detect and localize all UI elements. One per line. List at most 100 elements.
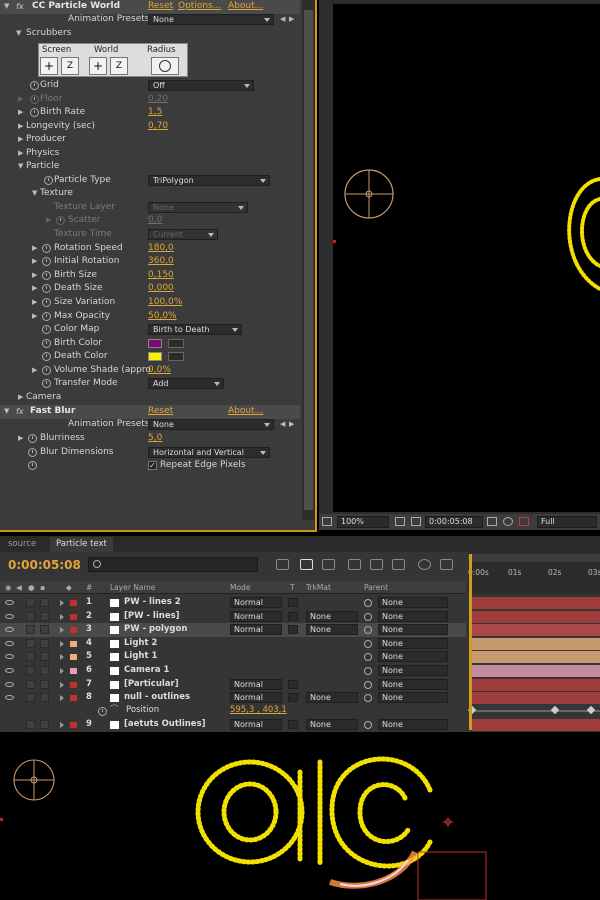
comp-viewport[interactable] (333, 4, 600, 512)
layer-row-2[interactable]: 2 [PW - lines] Normal None None (0, 610, 466, 624)
layer-name[interactable]: Light 1 (124, 650, 157, 664)
prop-texture-layer[interactable]: Texture Layer None (0, 201, 300, 215)
layer-duration-bar[interactable] (472, 610, 600, 623)
blurriness-value[interactable]: 5,0 (148, 432, 162, 446)
stopwatch-icon[interactable] (42, 312, 51, 321)
trkmat-dropdown[interactable]: None (306, 610, 358, 622)
snapshot-icon[interactable] (322, 517, 332, 526)
group-camera[interactable]: ▶ Camera (0, 391, 300, 405)
size-variation-value[interactable]: 100,0% (148, 296, 182, 310)
prop-death-size[interactable]: ▶ Death Size 0,000 (0, 282, 300, 296)
scrubbers-group[interactable]: ▼ Scrubbers (0, 27, 300, 41)
time-ruler[interactable]: 0:00s 01s 02s 03s (468, 552, 600, 594)
group-producer[interactable]: ▶ Producer (0, 133, 300, 147)
layer-row-8[interactable]: 8 null - outlines Normal None None (0, 691, 466, 705)
initial-rotation-value[interactable]: 360,0 (148, 255, 174, 269)
collapse-triangle-icon[interactable]: ▼ (18, 160, 23, 174)
stopwatch-icon[interactable] (42, 379, 51, 388)
visibility-eye-icon[interactable] (5, 613, 14, 619)
repeat-edge-checkbox[interactable]: ✓ (148, 461, 157, 470)
selection-box[interactable] (417, 851, 487, 900)
stopwatch-icon[interactable] (42, 298, 51, 307)
prop-transfer-mode[interactable]: Transfer Mode Add (0, 377, 300, 391)
death-color-swatch[interactable] (148, 352, 162, 361)
solo-switch[interactable] (26, 611, 35, 621)
brainstorm-icon[interactable] (418, 559, 431, 570)
label-color[interactable] (70, 681, 77, 688)
layer-name[interactable]: Light 2 (124, 637, 157, 651)
layer-row-6[interactable]: 6 Camera 1 None (0, 664, 466, 678)
blur-dimensions-dropdown[interactable]: Horizontal and Vertical (148, 447, 270, 458)
label-column-icon[interactable]: ◆ (66, 581, 72, 594)
pickwhip-icon[interactable] (364, 599, 372, 607)
pickwhip-icon[interactable] (364, 653, 372, 662)
stopwatch-icon[interactable] (28, 461, 37, 470)
birth-rate-value[interactable]: 1,5 (148, 106, 162, 120)
expand-triangle-icon[interactable]: ▶ (18, 147, 23, 161)
expand-triangle-icon[interactable] (60, 695, 64, 702)
viewer-timecode[interactable]: 0:00:05:08 (425, 516, 483, 528)
channels-icon[interactable] (519, 517, 529, 526)
group-physics[interactable]: ▶ Physics (0, 147, 300, 161)
expand-triangle-icon[interactable]: ▶ (32, 255, 37, 269)
birth-color-swatch[interactable] (148, 339, 162, 348)
lock-switch[interactable] (40, 679, 49, 689)
label-color[interactable] (70, 722, 77, 728)
expand-triangle-icon[interactable]: ▶ (18, 133, 23, 147)
world-xy-scrubber[interactable]: + (89, 57, 107, 75)
comp-mini-flowchart-icon[interactable] (276, 559, 289, 570)
solo-switch[interactable] (26, 693, 35, 703)
layer-row-9[interactable]: 9 [aetuts Outlines] Normal None None (0, 718, 466, 732)
animation-presets-dropdown[interactable]: None (148, 14, 274, 25)
prop-blur-dimensions[interactable]: Blur Dimensions Horizontal and Vertical (0, 446, 300, 460)
col-trkmat[interactable]: TrkMat (306, 581, 331, 594)
stopwatch-icon[interactable] (56, 216, 65, 225)
expand-triangle-icon[interactable] (60, 668, 64, 674)
expand-triangle-icon[interactable]: ▶ (18, 106, 23, 120)
texture-time-dropdown[interactable]: Current (148, 229, 218, 240)
expand-triangle-icon[interactable] (60, 722, 64, 728)
trkmat-dropdown[interactable]: None (306, 719, 358, 730)
work-area-bar[interactable] (468, 554, 600, 562)
reset-button[interactable]: Reset (148, 405, 173, 419)
screen-z-scrubber[interactable]: Z (61, 57, 79, 75)
expand-triangle-icon[interactable]: ▶ (32, 282, 37, 296)
label-color[interactable] (70, 654, 77, 661)
visibility-eye-icon[interactable] (5, 681, 14, 687)
preserve-transparency-checkbox[interactable] (288, 720, 298, 729)
pickwhip-icon[interactable] (364, 680, 372, 689)
prev-preset-icon[interactable]: ◀ (280, 418, 285, 432)
options-button[interactable]: Options... (178, 0, 221, 14)
lock-switch[interactable] (40, 720, 49, 729)
mode-dropdown[interactable]: Normal (230, 678, 282, 690)
lock-switch[interactable] (40, 638, 49, 648)
camera-crosshair-icon[interactable] (344, 169, 394, 219)
frame-blend-icon[interactable] (348, 559, 361, 570)
prop-color-map[interactable]: Color Map Birth to Death (0, 323, 300, 337)
birth-size-value[interactable]: 0,150 (148, 269, 174, 283)
prop-blurriness[interactable]: ▶ Blurriness 5,0 (0, 432, 300, 446)
parent-dropdown[interactable]: None (378, 665, 448, 676)
lock-switch[interactable] (40, 666, 49, 675)
preserve-transparency-checkbox[interactable] (288, 679, 298, 689)
next-preset-icon[interactable]: ▶ (289, 418, 294, 432)
shy-icon[interactable] (322, 559, 335, 570)
parent-dropdown[interactable]: None (378, 651, 448, 663)
expand-triangle-icon[interactable] (60, 613, 64, 620)
expand-triangle-icon[interactable]: ▶ (32, 296, 37, 310)
stopwatch-icon[interactable] (42, 271, 51, 280)
group-particle[interactable]: ▼ Particle (0, 160, 300, 174)
prop-texture-time[interactable]: Texture Time Current (0, 228, 300, 242)
layer-row-3[interactable]: 3 PW - polygon Normal None None (0, 623, 466, 637)
parent-dropdown[interactable]: None (378, 692, 448, 704)
lock-switch[interactable] (40, 693, 49, 703)
solo-switch[interactable] (26, 598, 35, 607)
lock-switch[interactable] (40, 652, 49, 662)
fx-icon[interactable]: fx (16, 405, 24, 419)
show-snapshot-icon[interactable] (503, 517, 513, 526)
collapse-triangle-icon[interactable]: ▼ (32, 187, 37, 201)
expand-triangle-icon[interactable] (60, 627, 64, 634)
lock-column-icon[interactable]: ▪ (40, 581, 45, 594)
stopwatch-icon[interactable] (42, 339, 51, 348)
prop-birth-color[interactable]: Birth Color (0, 337, 300, 351)
